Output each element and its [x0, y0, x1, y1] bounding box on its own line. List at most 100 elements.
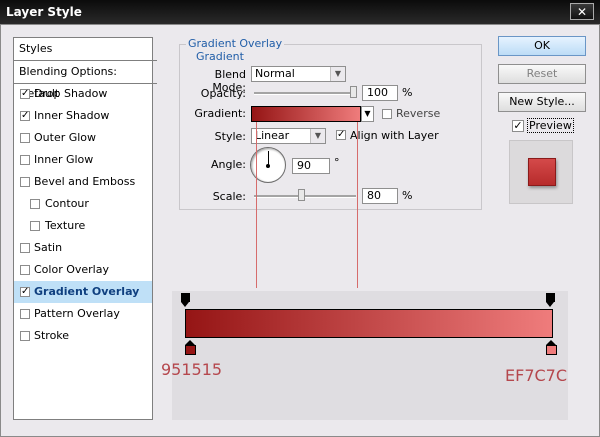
style-item-contour[interactable]: Contour	[14, 193, 152, 215]
style-item-stroke[interactable]: Stroke	[14, 325, 152, 347]
opacity-stop-square	[181, 293, 190, 302]
scale-slider-track[interactable]	[254, 195, 356, 198]
style-item-label: Inner Shadow	[34, 109, 110, 122]
opacity-slider-track[interactable]	[254, 92, 356, 95]
inner-glow-checkbox[interactable]	[20, 155, 30, 165]
contour-checkbox[interactable]	[30, 199, 40, 209]
start-color-hex: 951515	[161, 360, 223, 379]
reset-button[interactable]: Reset	[498, 64, 586, 84]
chevron-down-icon: ▼	[364, 109, 371, 118]
angle-value: 90	[297, 159, 311, 172]
blend-mode-value: Normal	[255, 67, 295, 80]
opacity-stop-pointer	[546, 302, 554, 307]
inner-shadow-checkbox[interactable]: ✓	[20, 111, 30, 121]
group-subtitle: Gradient	[196, 50, 244, 63]
title-bar: Layer Style ✕	[0, 0, 600, 24]
guide-line-left	[256, 122, 257, 288]
style-item-label: Inner Glow	[34, 153, 94, 166]
angle-input[interactable]: 90	[292, 158, 330, 174]
styles-header[interactable]: Styles	[14, 38, 157, 61]
scale-input[interactable]: 80	[362, 188, 398, 204]
new-style-button[interactable]: New Style...	[498, 92, 586, 112]
scale-value: 80	[367, 189, 381, 202]
color-stop-swatch	[185, 345, 196, 355]
style-value: Linear	[255, 129, 290, 142]
style-item-inner-shadow[interactable]: ✓ Inner Shadow	[14, 105, 152, 127]
style-item-label: Contour	[45, 197, 89, 210]
style-item-label: Pattern Overlay	[34, 307, 120, 320]
group-title: Gradient Overlay	[186, 37, 285, 50]
opacity-unit: %	[402, 86, 413, 99]
opacity-slider-thumb[interactable]	[350, 86, 357, 98]
style-select[interactable]: Linear ▼	[251, 128, 326, 144]
gradient-dropdown-button[interactable]: ▼	[361, 106, 374, 122]
styles-header-label: Styles	[19, 42, 53, 55]
style-item-pattern-overlay[interactable]: Pattern Overlay	[14, 303, 152, 325]
style-label: Style:	[214, 130, 246, 143]
stroke-checkbox[interactable]	[20, 331, 30, 341]
style-item-label: Drop Shadow	[34, 87, 108, 100]
opacity-stop-right[interactable]	[546, 293, 555, 307]
reverse-checkbox[interactable]	[382, 109, 392, 119]
color-overlay-checkbox[interactable]	[20, 265, 30, 275]
opacity-input[interactable]: 100	[362, 85, 398, 101]
opacity-stop-left[interactable]	[181, 293, 190, 307]
preview-thumbnail	[509, 140, 573, 204]
gradient-picker[interactable]	[251, 106, 361, 122]
align-with-layer-label: Align with Layer	[350, 129, 439, 142]
scale-label: Scale:	[212, 190, 246, 203]
style-item-color-overlay[interactable]: Color Overlay	[14, 259, 152, 281]
texture-checkbox[interactable]	[30, 221, 40, 231]
style-item-outer-glow[interactable]: Outer Glow	[14, 127, 152, 149]
outer-glow-checkbox[interactable]	[20, 133, 30, 143]
color-stop-swatch	[546, 345, 557, 355]
styles-list: Styles Blending Options: Default ✓ Drop …	[13, 37, 157, 420]
style-item-label: Bevel and Emboss	[34, 175, 136, 188]
gradient-bar	[185, 309, 553, 338]
style-item-inner-glow[interactable]: Inner Glow	[14, 149, 152, 171]
scale-unit: %	[402, 189, 413, 202]
align-with-layer-checkbox[interactable]: ✓	[336, 130, 346, 140]
style-item-texture[interactable]: Texture	[14, 215, 152, 237]
opacity-stop-square	[546, 293, 555, 302]
angle-unit: °	[334, 156, 340, 169]
angle-label: Angle:	[210, 158, 246, 171]
style-item-drop-shadow[interactable]: ✓ Drop Shadow	[14, 83, 152, 105]
opacity-label: Opacity:	[200, 87, 246, 100]
bevel-emboss-checkbox[interactable]	[20, 177, 30, 187]
preview-swatch	[528, 158, 556, 186]
angle-dial-center	[266, 164, 270, 168]
color-stop-left[interactable]	[185, 340, 196, 356]
drop-shadow-checkbox[interactable]: ✓	[20, 89, 30, 99]
window-title: Layer Style	[6, 5, 82, 19]
style-item-gradient-overlay[interactable]: ✓ Gradient Overlay	[14, 281, 152, 303]
style-item-bevel-emboss[interactable]: Bevel and Emboss	[14, 171, 152, 193]
end-color-hex: EF7C7C	[505, 366, 568, 385]
pattern-overlay-checkbox[interactable]	[20, 309, 30, 319]
gradient-label: Gradient:	[194, 107, 246, 120]
ok-button[interactable]: OK	[498, 36, 586, 56]
style-item-label: Color Overlay	[34, 263, 109, 276]
close-button[interactable]: ✕	[570, 3, 594, 20]
style-item-label: Satin	[34, 241, 63, 254]
preview-checkbox[interactable]: ✓	[512, 120, 524, 132]
style-item-satin[interactable]: Satin	[14, 237, 152, 259]
blend-mode-select[interactable]: Normal ▼	[251, 66, 346, 82]
guide-line-right	[357, 122, 358, 288]
opacity-stop-pointer	[181, 302, 189, 307]
scale-slider-thumb[interactable]	[298, 189, 305, 201]
chevron-down-icon: ▼	[330, 67, 345, 81]
chevron-down-icon: ▼	[310, 129, 325, 143]
preview-label[interactable]: Preview	[527, 118, 574, 133]
style-item-label: Stroke	[34, 329, 70, 342]
color-stop-right[interactable]	[546, 340, 557, 356]
blending-options-item[interactable]: Blending Options: Default	[14, 60, 157, 100]
style-item-label: Texture	[45, 219, 86, 232]
reverse-label: Reverse	[396, 107, 441, 120]
style-item-label: Gradient Overlay	[34, 285, 140, 298]
close-icon: ✕	[576, 5, 588, 19]
opacity-value: 100	[367, 86, 388, 99]
style-item-label: Outer Glow	[34, 131, 97, 144]
gradient-overlay-checkbox[interactable]: ✓	[20, 287, 30, 297]
satin-checkbox[interactable]	[20, 243, 30, 253]
